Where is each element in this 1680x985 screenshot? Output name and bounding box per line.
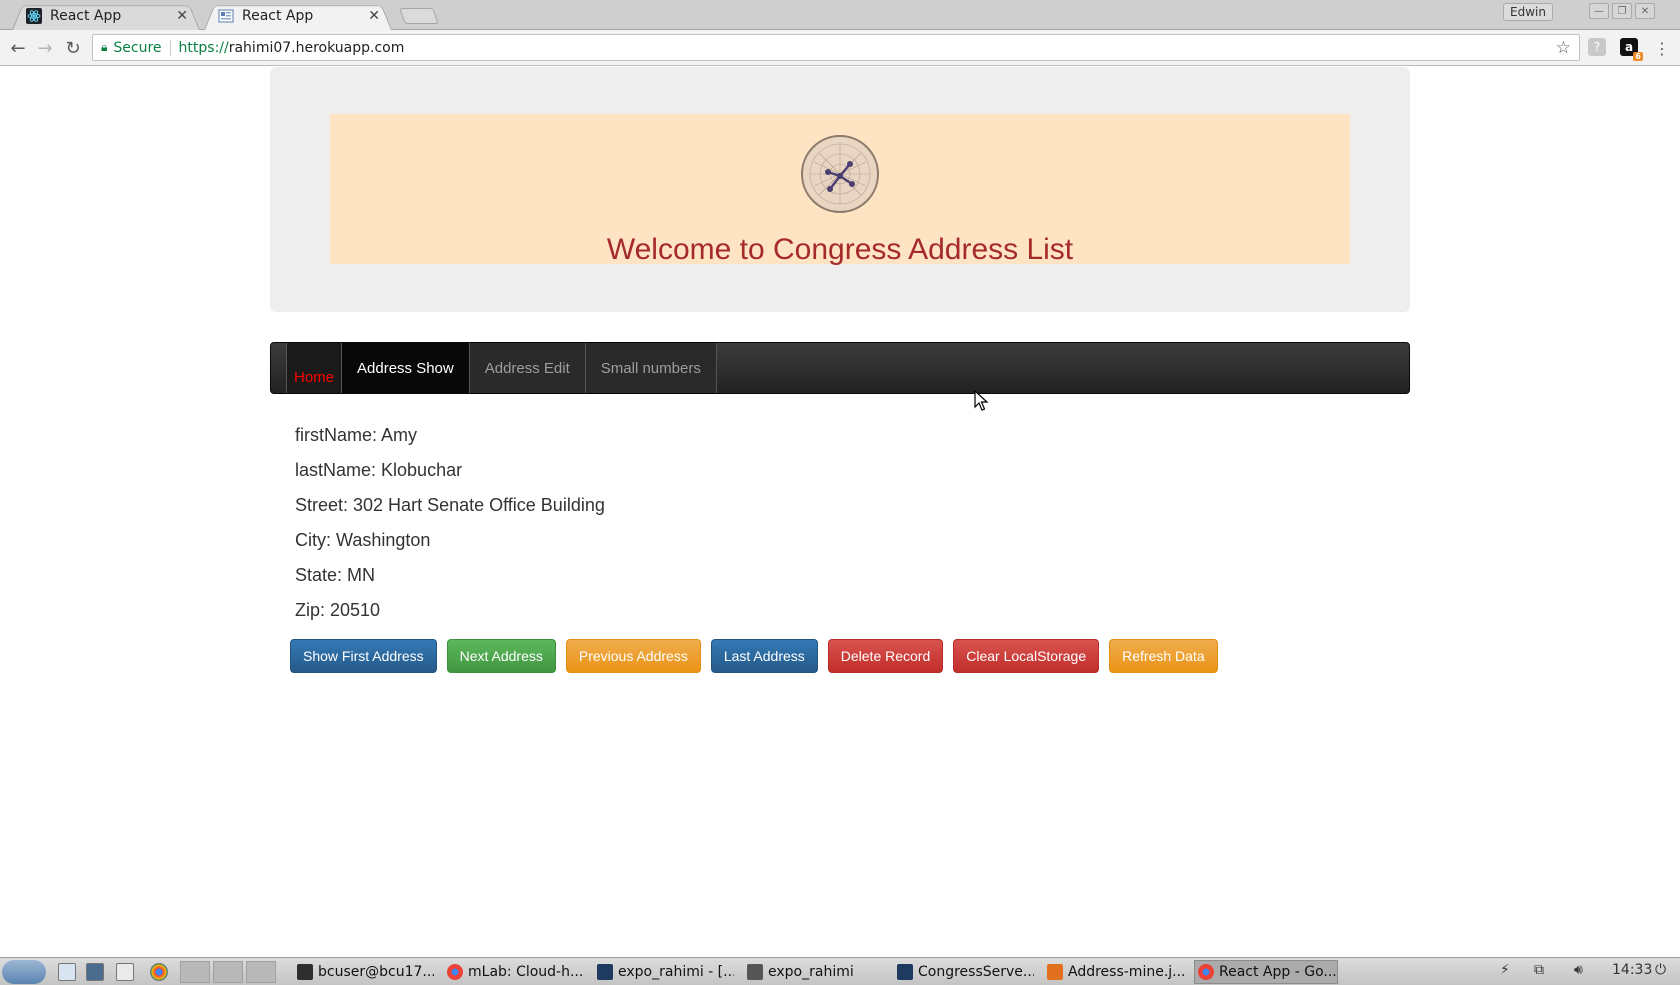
terminal-launcher-icon[interactable] [116, 963, 134, 981]
address-bar[interactable]: 🔒︎ Secure https:// rahimi07.herokuapp.co… [92, 34, 1580, 61]
webstorm-icon [897, 964, 913, 980]
editor-icon [1047, 964, 1063, 980]
taskbar-item[interactable]: mLab: Cloud-h... [444, 960, 584, 984]
react-icon [26, 8, 42, 24]
taskbar-item[interactable]: CongressServe... [894, 960, 1034, 984]
taskbar-item[interactable]: expo_rahimi - [... [594, 960, 734, 984]
tab-strip: React App ✕ React App ✕ Edwin — ❐ ✕ [0, 0, 1680, 30]
tab-react-app-2[interactable]: React App ✕ [204, 2, 392, 30]
network-icon[interactable]: ⧉ [1534, 962, 1544, 978]
city-field: City: Washington [295, 530, 431, 550]
volume-icon[interactable]: 🔊︎ [1574, 962, 1583, 978]
power-plug-icon[interactable]: ⚡ [1500, 962, 1510, 978]
state-field: State: MN [295, 565, 376, 585]
extension-badge: 6 [1633, 52, 1643, 61]
reload-icon[interactable]: ↻ [61, 36, 85, 60]
page-title: Welcome to Congress Address List [606, 233, 1074, 266]
taskbar-item[interactable]: Address-mine.j... [1044, 960, 1184, 984]
power-icon[interactable]: ⏻ [1655, 962, 1666, 978]
last-name-field: lastName: Klobuchar [295, 460, 463, 480]
close-icon[interactable]: ✕ [368, 8, 380, 24]
chrome-icon [1198, 964, 1214, 980]
taskbar-item-active[interactable]: React App - Go... [1194, 960, 1338, 984]
start-menu-button[interactable] [2, 960, 46, 984]
workspace-2[interactable] [213, 961, 243, 983]
nav-small-numbers[interactable]: Small numbers [585, 343, 717, 393]
chrome-icon [447, 964, 463, 980]
previous-address-button[interactable]: Previous Address [565, 639, 701, 673]
security-label: Secure [113, 39, 162, 56]
menu-icon[interactable]: ⋮ [1650, 36, 1674, 60]
last-address-button[interactable]: Last Address [710, 639, 818, 673]
tab-title: React App [242, 8, 314, 24]
back-icon[interactable]: ← [6, 36, 30, 60]
taskbar-item[interactable]: bcuser@bcu17... [294, 960, 434, 984]
lock-icon: 🔒︎ [101, 40, 108, 54]
restore-icon[interactable]: ❐ [1612, 3, 1632, 19]
header-banner: Welcome to Congress Address List [330, 114, 1350, 266]
app-logo [801, 135, 879, 213]
os-taskbar: bcuser@bcu17... mLab: Cloud-h... expo_ra… [0, 957, 1680, 985]
first-name-field: firstName: Amy [295, 425, 418, 445]
terminal-icon [297, 964, 313, 980]
workspace-1[interactable] [180, 961, 210, 983]
folder-icon [747, 964, 763, 980]
next-address-button[interactable]: Next Address [446, 639, 556, 673]
file-manager-launcher-icon[interactable] [58, 963, 76, 981]
nav-home[interactable]: Home [286, 343, 343, 393]
minimize-icon[interactable]: — [1589, 3, 1609, 19]
nav-address-edit[interactable]: Address Edit [469, 343, 586, 393]
url-scheme: https:// [178, 39, 229, 56]
taskbar-item[interactable]: expo_rahimi [744, 960, 884, 984]
address-record: firstName: Amy lastName: Klobuchar Stree… [295, 418, 605, 628]
header-jumbotron: Welcome to Congress Address List [270, 67, 1410, 312]
bookmark-star-icon[interactable]: ☆ [1556, 38, 1571, 58]
new-tab-button[interactable] [399, 8, 439, 24]
amazon-extension-icon[interactable]: a 6 [1620, 38, 1643, 61]
settings-launcher-icon[interactable] [86, 963, 104, 981]
forward-icon[interactable]: → [33, 36, 57, 60]
workspace-3[interactable] [246, 961, 276, 983]
action-buttons: Show First Address Next Address Previous… [290, 639, 1218, 673]
clock[interactable]: 14:33 [1612, 962, 1652, 978]
page-favicon-icon [218, 8, 234, 24]
tab-title: React App [50, 8, 122, 24]
url-host: rahimi07.herokuapp.com [228, 39, 405, 56]
delete-record-button[interactable]: Delete Record [827, 639, 944, 673]
clear-localstorage-button[interactable]: Clear LocalStorage [953, 639, 1100, 673]
close-icon[interactable]: ✕ [176, 8, 188, 24]
webstorm-icon [597, 964, 613, 980]
close-window-icon[interactable]: ✕ [1635, 3, 1655, 19]
tab-react-app-1[interactable]: React App ✕ [12, 2, 200, 30]
zip-field: Zip: 20510 [295, 600, 381, 620]
browser-toolbar: ← → ↻ 🔒︎ Secure https:// rahimi07.heroku… [0, 30, 1680, 66]
nav-address-show[interactable]: Address Show [342, 343, 470, 393]
show-first-address-button[interactable]: Show First Address [290, 639, 437, 673]
street-field: Street: 302 Hart Senate Office Building [295, 495, 605, 515]
chrome-launcher-icon[interactable] [150, 963, 168, 981]
refresh-data-button[interactable]: Refresh Data [1109, 639, 1218, 673]
mouse-cursor-icon [974, 390, 989, 411]
profile-button[interactable]: Edwin [1503, 3, 1553, 21]
main-navbar: Home Address Show Address Edit Small num… [270, 342, 1410, 394]
extension-icon[interactable]: ? [1588, 38, 1606, 56]
